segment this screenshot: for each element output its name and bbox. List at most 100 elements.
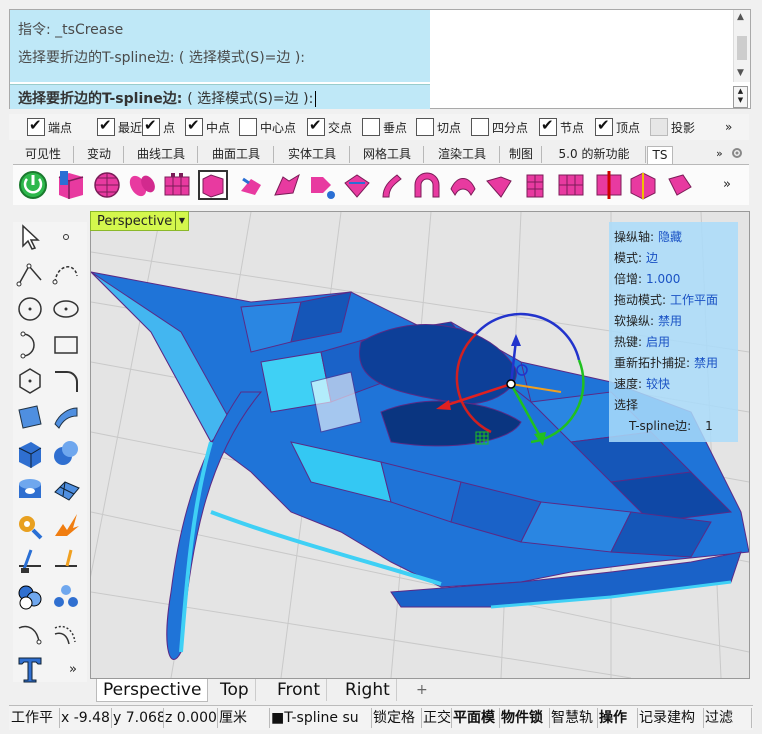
- select-arrow-icon[interactable]: [15, 222, 45, 252]
- group-icon[interactable]: [15, 582, 45, 612]
- osnap-item[interactable]: 点: [142, 116, 175, 136]
- toolbar-tab[interactable]: 可见性: [13, 146, 74, 163]
- prompt-spinner[interactable]: ▲ ▼: [733, 86, 748, 108]
- curve-icon[interactable]: [51, 258, 81, 288]
- chevron-down-icon[interactable]: ▼: [175, 212, 188, 230]
- status-pane[interactable]: 锁定格: [373, 708, 422, 728]
- osnap-item[interactable]: 中点: [185, 116, 230, 136]
- osnap-checkbox[interactable]: [185, 116, 203, 136]
- toolbar-tab[interactable]: 制图: [501, 146, 542, 163]
- osnap-more[interactable]: »: [725, 118, 732, 136]
- toolbar-tab[interactable]: 曲线工具: [125, 146, 198, 163]
- rectangle-icon[interactable]: [51, 330, 81, 360]
- status-pane[interactable]: 操作: [599, 708, 638, 728]
- gear-tools-icon[interactable]: [15, 510, 45, 540]
- viewport-title[interactable]: Perspective ▼: [90, 211, 189, 231]
- ts-pull-icon[interactable]: [663, 169, 695, 201]
- toolbar-tab[interactable]: 曲面工具: [199, 146, 274, 163]
- left-toolbar-more[interactable]: »: [69, 662, 77, 677]
- viewport-tab[interactable]: Right: [339, 679, 397, 701]
- ellipse-icon[interactable]: [51, 294, 81, 324]
- extrude-surface-icon[interactable]: [51, 402, 81, 432]
- osnap-item[interactable]: 端点: [27, 116, 72, 136]
- osnap-checkbox[interactable]: [416, 118, 434, 136]
- status-pane[interactable]: 平面模: [453, 708, 500, 728]
- offset-curve-icon[interactable]: [51, 618, 81, 648]
- blend-curve-icon[interactable]: [15, 618, 45, 648]
- osnap-checkbox[interactable]: [239, 118, 257, 136]
- osnap-checkbox[interactable]: [362, 118, 380, 136]
- osnap-item[interactable]: 垂点: [362, 118, 407, 136]
- ts-extrude-icon[interactable]: [271, 169, 303, 201]
- status-pane[interactable]: ■T-spline su: [271, 708, 372, 728]
- toolbar-tab[interactable]: TS: [647, 146, 673, 164]
- osnap-item[interactable]: 四分点: [471, 118, 528, 136]
- ts-sphere-icon[interactable]: [91, 169, 123, 201]
- cylinder-solid-icon[interactable]: [15, 474, 45, 504]
- osnap-checkbox[interactable]: [595, 116, 613, 136]
- osnap-checkbox[interactable]: [307, 116, 325, 136]
- ts-append-icon[interactable]: [235, 169, 267, 201]
- status-pane[interactable]: 物件锁: [501, 708, 550, 728]
- ts-grid-icon[interactable]: [555, 169, 587, 201]
- box-solid-icon[interactable]: [15, 438, 45, 468]
- ts-toggle-icon[interactable]: [17, 169, 49, 201]
- sphere-solid-icon[interactable]: [51, 438, 81, 468]
- scroll-up-icon[interactable]: ▲: [737, 12, 744, 22]
- osnap-item[interactable]: 投影: [650, 118, 695, 136]
- property-value[interactable]: 较快: [646, 377, 670, 391]
- status-pane[interactable]: 过滤: [705, 708, 752, 728]
- ts-box-frame-icon[interactable]: [197, 169, 229, 201]
- circle-icon[interactable]: [15, 294, 45, 324]
- toolbar-tab[interactable]: 变动: [75, 146, 124, 163]
- osnap-checkbox[interactable]: [650, 118, 668, 136]
- property-value[interactable]: 禁用: [658, 314, 682, 328]
- status-pane[interactable]: 记录建构: [639, 708, 704, 728]
- property-value[interactable]: 禁用: [694, 356, 718, 370]
- ts-bend-icon[interactable]: [447, 169, 479, 201]
- ts-box-icon[interactable]: [55, 169, 87, 201]
- ts-cylinder-grid-icon[interactable]: [519, 169, 551, 201]
- mesh-plane-icon[interactable]: [51, 474, 81, 504]
- property-value[interactable]: 边: [646, 251, 658, 265]
- ts-pipe-icon[interactable]: [375, 169, 407, 201]
- ts-plane-icon[interactable]: [161, 169, 193, 201]
- point-icon[interactable]: [51, 222, 81, 252]
- command-prompt[interactable]: 选择要折边的T-spline边: ( 选择模式(S)=边 ): ​: [10, 84, 430, 109]
- osnap-checkbox[interactable]: [539, 116, 557, 136]
- split-icon[interactable]: [51, 546, 81, 576]
- property-value[interactable]: 隐藏: [658, 230, 682, 244]
- osnap-item[interactable]: 节点: [539, 116, 584, 136]
- toolbar-tab[interactable]: 实体工具: [275, 146, 350, 163]
- ungroup-icon[interactable]: [51, 582, 81, 612]
- property-value[interactable]: 1: [705, 419, 713, 433]
- add-viewport-tab[interactable]: +: [410, 679, 434, 701]
- fillet-curve-icon[interactable]: [51, 366, 81, 396]
- ts-insert-edge-icon[interactable]: [593, 169, 625, 201]
- toolbar-more[interactable]: »: [723, 177, 731, 192]
- viewport-tab[interactable]: Front: [271, 679, 327, 701]
- explode-icon[interactable]: [51, 510, 81, 540]
- status-pane[interactable]: 正交: [423, 708, 452, 728]
- viewport-tab[interactable]: Perspective: [96, 679, 209, 702]
- prompt-option[interactable]: ( 选择模式(S)=边 ):: [187, 91, 313, 107]
- ts-match-icon[interactable]: [341, 169, 373, 201]
- osnap-item[interactable]: 顶点: [595, 116, 640, 136]
- toolbar-tab[interactable]: 渲染工具: [425, 146, 500, 163]
- text-icon[interactable]: [15, 654, 45, 684]
- polygon-icon[interactable]: [15, 366, 45, 396]
- toolbar-tab[interactable]: 5.0 的新功能: [543, 146, 646, 163]
- trim-icon[interactable]: [15, 546, 45, 576]
- arc-icon[interactable]: [15, 330, 45, 360]
- osnap-checkbox[interactable]: [27, 116, 45, 136]
- ts-convert-icon[interactable]: [305, 169, 337, 201]
- osnap-checkbox[interactable]: [142, 116, 160, 136]
- ts-cylinder-icon[interactable]: [127, 169, 159, 201]
- polyline-icon[interactable]: [15, 258, 45, 288]
- osnap-item[interactable]: 切点: [416, 118, 461, 136]
- osnap-item[interactable]: 交点: [307, 116, 352, 136]
- surface-from-points-icon[interactable]: [15, 402, 45, 432]
- osnap-checkbox[interactable]: [97, 116, 115, 136]
- tabs-more[interactable]: »: [716, 147, 723, 160]
- ts-fold-icon[interactable]: [483, 169, 515, 201]
